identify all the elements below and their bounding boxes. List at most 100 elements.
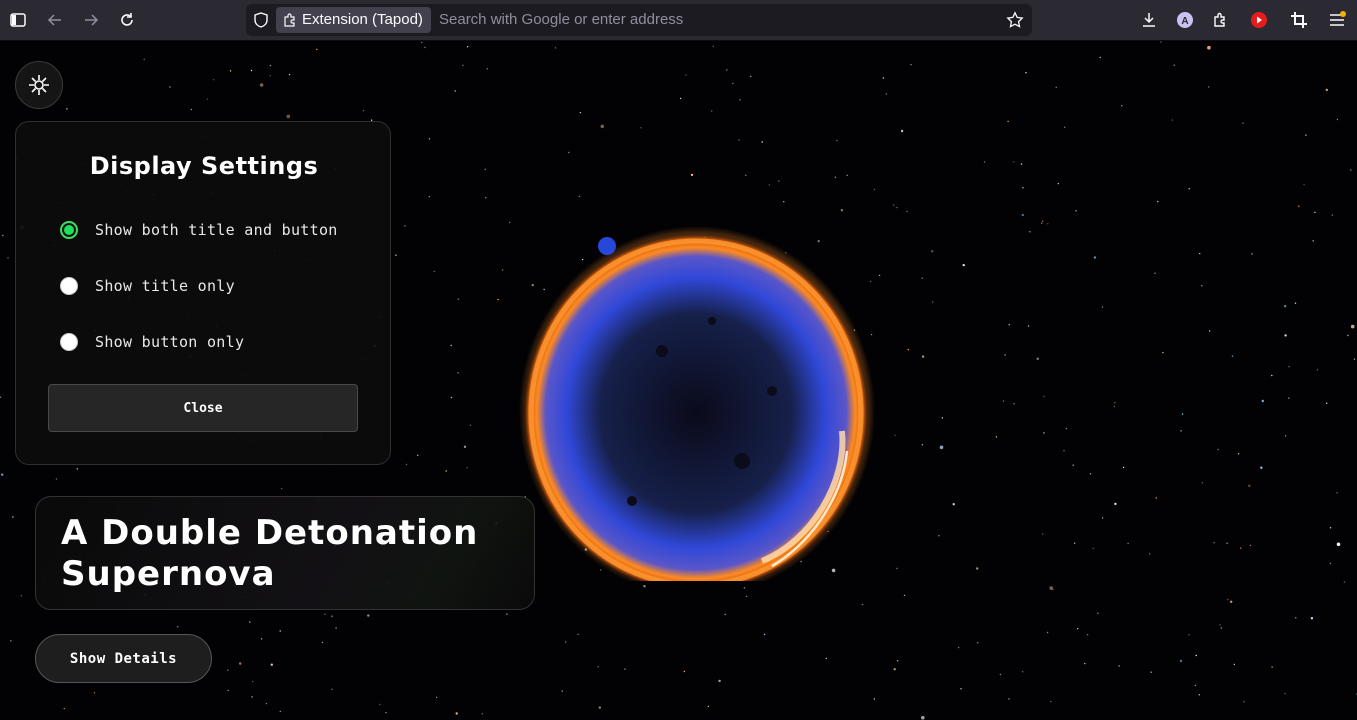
star [428, 138, 431, 140]
reload-icon[interactable] [115, 8, 139, 32]
star [894, 434, 896, 437]
radio-show-both[interactable] [60, 221, 78, 239]
star [768, 184, 770, 186]
star [1086, 634, 1089, 636]
back-icon[interactable] [43, 8, 67, 32]
star [1343, 581, 1346, 583]
star [1122, 466, 1125, 469]
star [1336, 118, 1339, 121]
settings-toggle-button[interactable] [15, 61, 63, 109]
star [421, 41, 423, 44]
star [1331, 214, 1334, 216]
show-details-button[interactable]: Show Details [35, 634, 212, 683]
star [565, 641, 567, 643]
star [1284, 693, 1286, 695]
star [1022, 187, 1024, 189]
star [896, 660, 899, 662]
shield-icon[interactable] [253, 12, 269, 28]
star [1271, 374, 1273, 377]
star [1052, 588, 1054, 591]
star [1329, 562, 1332, 565]
option-show-title-only[interactable]: Show title only [60, 274, 235, 298]
star [1089, 473, 1092, 475]
star [1260, 466, 1263, 469]
star [484, 168, 486, 170]
star [738, 139, 740, 141]
star [265, 702, 268, 705]
star [1041, 220, 1044, 222]
address-bar[interactable]: Extension (Tapod) Search with Google or … [246, 4, 1032, 36]
star [600, 124, 605, 129]
star [1077, 628, 1079, 630]
star [279, 710, 281, 713]
star [1350, 324, 1355, 329]
star [1336, 542, 1341, 547]
star [1261, 399, 1265, 403]
star [1097, 612, 1099, 614]
radio-show-button-only[interactable] [60, 333, 78, 351]
star [1336, 492, 1338, 494]
extensions-icon[interactable] [1209, 8, 1233, 32]
account-icon[interactable]: A [1173, 8, 1197, 32]
star [932, 301, 934, 303]
star [939, 445, 944, 450]
star [0, 396, 2, 398]
star [269, 64, 272, 67]
star [1194, 684, 1197, 687]
star [579, 111, 582, 114]
star [405, 463, 408, 466]
star [893, 668, 896, 671]
star [143, 58, 145, 61]
star [1314, 211, 1316, 214]
menu-icon[interactable] [1325, 8, 1349, 32]
star [1047, 223, 1049, 225]
sidebar-icon[interactable] [6, 8, 30, 32]
star [466, 467, 468, 469]
star [169, 86, 171, 88]
star [1050, 700, 1052, 703]
star [718, 679, 721, 683]
star [2, 234, 4, 237]
bookmark-star-icon[interactable] [1006, 11, 1024, 29]
star [1072, 464, 1074, 466]
download-icon[interactable] [1137, 8, 1161, 32]
star [227, 689, 229, 692]
radio-show-title-only[interactable] [60, 277, 78, 295]
star [316, 48, 318, 51]
close-button[interactable]: Close [48, 384, 358, 432]
option-label: Show both title and button [95, 221, 338, 239]
star [1230, 600, 1233, 603]
crop-icon[interactable] [1287, 8, 1311, 32]
forward-icon[interactable] [79, 8, 103, 32]
youtube-icon[interactable] [1247, 8, 1271, 32]
display-settings-panel: Display Settings Show both title and but… [15, 121, 391, 465]
star [1065, 427, 1068, 430]
star [957, 646, 960, 649]
star [1114, 502, 1117, 506]
extension-identity-chip[interactable]: Extension (Tapod) [276, 7, 431, 33]
star [1036, 357, 1039, 360]
star [1029, 231, 1031, 233]
star [1084, 662, 1086, 665]
star [1271, 666, 1273, 668]
star [903, 594, 906, 597]
star [743, 587, 746, 589]
star [1113, 405, 1116, 408]
star [177, 626, 179, 628]
option-show-both[interactable]: Show both title and button [60, 218, 338, 242]
star [750, 75, 752, 78]
star [331, 688, 333, 690]
star [690, 173, 694, 177]
star [485, 197, 487, 199]
star [1099, 56, 1101, 59]
option-show-button-only[interactable]: Show button only [60, 330, 244, 354]
sparkle-icon [29, 75, 49, 95]
star [93, 692, 96, 694]
star [435, 696, 438, 699]
star [1239, 547, 1242, 549]
star [598, 706, 601, 709]
star [683, 670, 686, 673]
star [1201, 482, 1204, 484]
star [331, 615, 333, 617]
star [1173, 64, 1176, 66]
